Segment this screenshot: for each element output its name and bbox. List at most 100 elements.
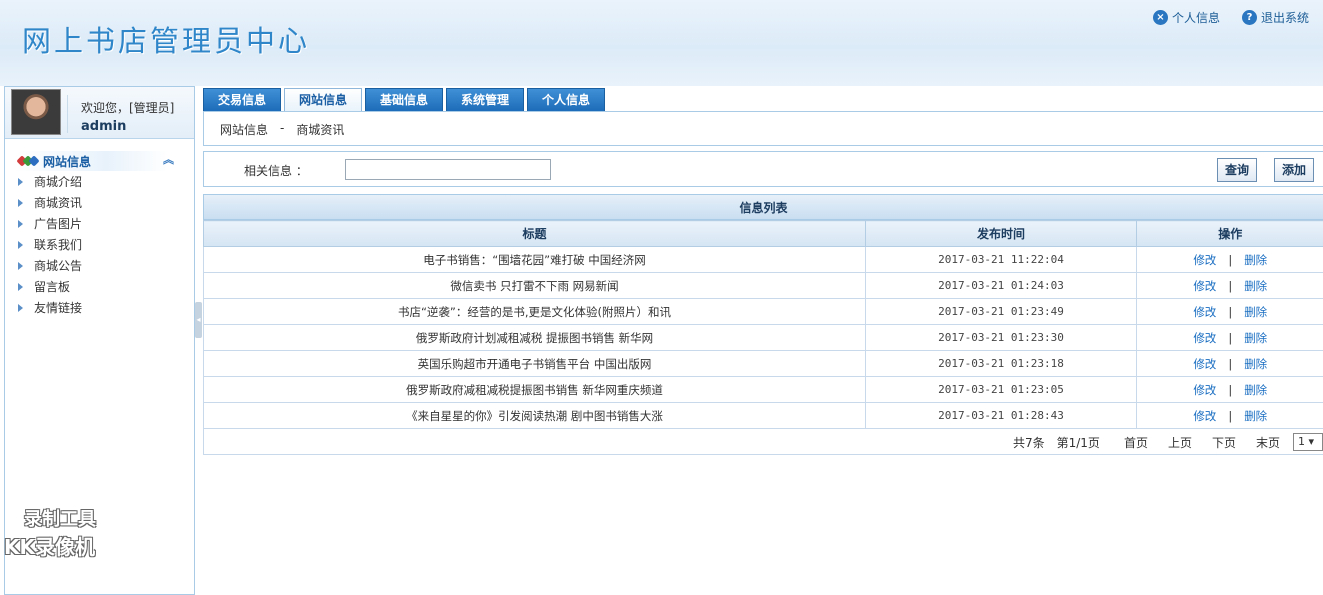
edit-link[interactable]: 修改: [1193, 331, 1216, 345]
delete-link[interactable]: 删除: [1244, 279, 1267, 293]
list-caption: 信息列表: [203, 194, 1323, 220]
pager-first[interactable]: 首页: [1124, 434, 1148, 451]
tab-system[interactable]: 系统管理: [446, 88, 524, 111]
edit-link[interactable]: 修改: [1193, 357, 1216, 371]
tab-personal-info[interactable]: 个人信息: [527, 88, 605, 111]
action-separator: |: [1228, 252, 1233, 267]
caret-right-icon: [18, 219, 23, 228]
delete-link[interactable]: 删除: [1244, 409, 1267, 423]
logout-link[interactable]: ? 退出系统: [1241, 9, 1309, 26]
delete-link[interactable]: 删除: [1244, 357, 1267, 371]
row-actions: 修改 | 删除: [1136, 298, 1323, 325]
caret-right-icon: [18, 303, 23, 312]
pager: 共7条 第1/1页 首页 上页 下页 末页 1 ▾: [203, 429, 1323, 455]
header: 网上书店管理员中心 × 个人信息 ? 退出系统: [0, 0, 1323, 86]
row-title: 英国乐购超市开通电子书销售平台 中国出版网: [203, 350, 866, 377]
row-time: 2017-03-21 11:22:04: [865, 246, 1137, 273]
row-time: 2017-03-21 01:23:49: [865, 298, 1137, 325]
table-row: 电子书销售：“围墙花园”难打破 中国经济网 2017-03-21 11:22:04…: [203, 246, 1323, 273]
row-time: 2017-03-21 01:23:18: [865, 350, 1137, 377]
profile-link[interactable]: × 个人信息: [1152, 9, 1220, 26]
action-separator: |: [1228, 330, 1233, 345]
row-title: 书店“逆袭”：经营的是书,更是文化体验(附照片）和讯: [203, 298, 866, 325]
caret-right-icon: [18, 282, 23, 291]
delete-link[interactable]: 删除: [1244, 305, 1267, 319]
delete-link[interactable]: 删除: [1244, 331, 1267, 345]
table-row: 《来自星星的你》引发阅读热潮 剧中图书销售大涨 2017-03-21 01:28:…: [203, 402, 1323, 429]
sidebar-item-label: 联系我们: [34, 238, 83, 252]
delete-link[interactable]: 删除: [1244, 253, 1267, 267]
edit-link[interactable]: 修改: [1193, 409, 1216, 423]
watermark-line-1: 录制工具: [24, 509, 96, 530]
action-separator: |: [1228, 408, 1233, 423]
info-list: 信息列表 标题 发布时间 操作 电子书销售：“围墙花园”难打破 中国经济网 201…: [203, 194, 1323, 455]
edit-link[interactable]: 修改: [1193, 279, 1216, 293]
info-table: 标题 发布时间 操作 电子书销售：“围墙花园”难打破 中国经济网 2017-03-…: [203, 220, 1323, 429]
row-actions: 修改 | 删除: [1136, 350, 1323, 377]
section-flag-icon: [16, 155, 40, 167]
row-actions: 修改 | 删除: [1136, 402, 1323, 429]
table-row: 英国乐购超市开通电子书销售平台 中国出版网 2017-03-21 01:23:18…: [203, 350, 1323, 377]
sidebar-item-mall-news[interactable]: 商城资讯: [5, 192, 194, 213]
logout-link-label: 退出系统: [1260, 11, 1309, 25]
row-time: 2017-03-21 01:24:03: [865, 272, 1137, 299]
sidebar-toggle-handle[interactable]: ◂: [195, 302, 202, 338]
row-time: 2017-03-21 01:23:30: [865, 324, 1137, 351]
sidebar-section-header[interactable]: 网站信息 ︽: [16, 151, 174, 171]
pager-prev[interactable]: 上页: [1168, 434, 1192, 451]
user-divider: [67, 95, 68, 133]
pager-controls: 共7条 第1/1页 首页 上页 下页 末页 1 ▾: [1012, 433, 1323, 451]
query-button[interactable]: 查询: [1217, 158, 1257, 182]
sidebar-item-guestbook[interactable]: 留言板: [5, 276, 194, 297]
column-header-actions: 操作: [1136, 220, 1323, 247]
pager-total: 共7条: [1012, 436, 1045, 450]
row-title: 电子书销售：“围墙花园”难打破 中国经济网: [203, 246, 866, 273]
table-row: 书店“逆袭”：经营的是书,更是文化体验(附照片）和讯 2017-03-21 01:…: [203, 298, 1323, 325]
action-separator: |: [1228, 304, 1233, 319]
sidebar-item-mall-intro[interactable]: 商城介绍: [5, 171, 194, 192]
table-row: 俄罗斯政府减租减税提振图书销售 新华网重庆频道 2017-03-21 01:23:…: [203, 376, 1323, 403]
edit-link[interactable]: 修改: [1193, 383, 1216, 397]
pager-next[interactable]: 下页: [1212, 434, 1236, 451]
table-row: 俄罗斯政府计划减租减税 提振图书销售 新华网 2017-03-21 01:23:3…: [203, 324, 1323, 351]
row-title: 微信卖书 只打雷不下雨 网易新闻: [203, 272, 866, 299]
search-label: 相关信息 ：: [244, 164, 308, 178]
tab-basic-info[interactable]: 基础信息: [365, 88, 443, 111]
sidebar-item-label: 商城介绍: [34, 175, 83, 189]
chevron-up-icon[interactable]: ︽: [163, 151, 174, 167]
tab-trade-info[interactable]: 交易信息: [203, 88, 281, 111]
edit-link[interactable]: 修改: [1193, 305, 1216, 319]
sidebar-item-label: 广告图片: [34, 217, 83, 231]
caret-right-icon: [18, 198, 23, 207]
sidebar-section-label: 网站信息: [43, 154, 92, 169]
table-row: 微信卖书 只打雷不下雨 网易新闻 2017-03-21 01:24:03 修改 | 删除: [203, 272, 1323, 299]
caret-right-icon: [18, 240, 23, 249]
action-separator: |: [1228, 278, 1233, 293]
caret-right-icon: [18, 261, 23, 270]
help-circle-icon: ?: [1241, 10, 1257, 25]
edit-link[interactable]: 修改: [1193, 253, 1216, 267]
sidebar-item-label: 商城公告: [34, 259, 83, 273]
search-bar: 相关信息 ： 查询 添加: [203, 151, 1323, 187]
sidebar-item-ad-images[interactable]: 广告图片: [5, 213, 194, 234]
add-button[interactable]: 添加: [1274, 158, 1314, 182]
sidebar-item-links[interactable]: 友情链接: [5, 297, 194, 318]
recorder-watermark: 录制工具 KK录像机: [4, 505, 96, 560]
row-actions: 修改 | 删除: [1136, 376, 1323, 403]
tab-site-info[interactable]: 网站信息: [284, 88, 362, 111]
row-time: 2017-03-21 01:28:43: [865, 402, 1137, 429]
row-title: 《来自星星的你》引发阅读热潮 剧中图书销售大涨: [203, 402, 866, 429]
caret-right-icon: [18, 177, 23, 186]
page-select[interactable]: 1 ▾: [1293, 433, 1323, 451]
sidebar-menu: 商城介绍 商城资讯 广告图片 联系我们 商城公告 留言板 友情链接: [5, 171, 194, 318]
search-input[interactable]: [345, 159, 551, 180]
pager-last[interactable]: 末页: [1256, 434, 1280, 451]
delete-link[interactable]: 删除: [1244, 383, 1267, 397]
system-title: 网上书店管理员中心: [22, 24, 311, 58]
row-actions: 修改 | 删除: [1136, 272, 1323, 299]
breadcrumb-bar: 网站信息 - 商城资讯: [203, 111, 1323, 146]
sidebar-item-label: 商城资讯: [34, 196, 83, 210]
sidebar-item-contact[interactable]: 联系我们: [5, 234, 194, 255]
sidebar-item-announcement[interactable]: 商城公告: [5, 255, 194, 276]
breadcrumb-separator: -: [280, 121, 285, 135]
